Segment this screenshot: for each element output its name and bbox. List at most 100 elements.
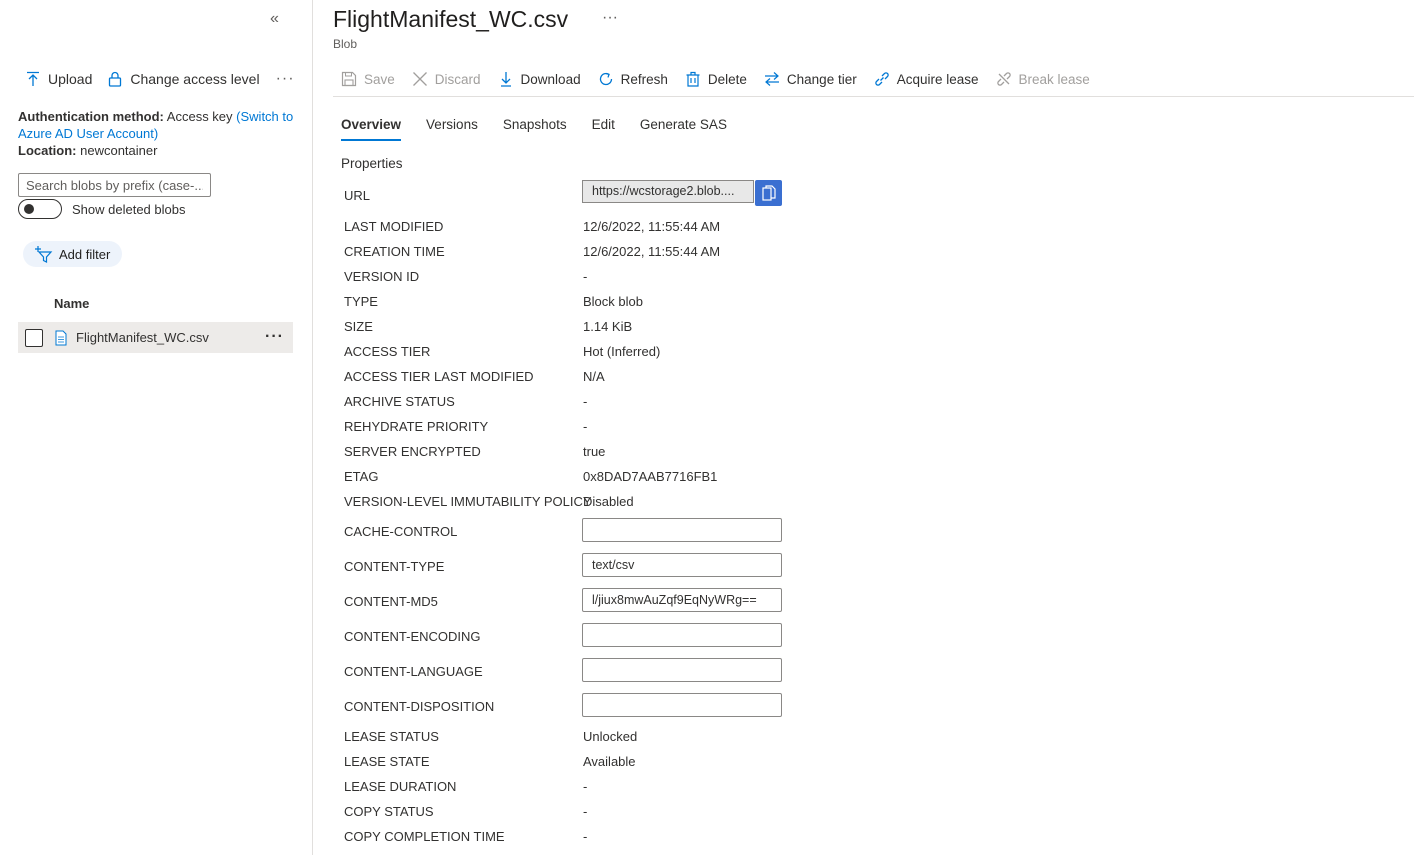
prop-label-size: SIZE bbox=[344, 319, 373, 334]
save-icon bbox=[341, 71, 357, 87]
title-more-icon[interactable]: ··· bbox=[602, 9, 618, 27]
prop-label-archive-status: ARCHIVE STATUS bbox=[344, 394, 455, 409]
prop-value-lease-duration: - bbox=[583, 779, 588, 794]
lock-icon bbox=[109, 71, 122, 87]
properties-header: Properties bbox=[341, 156, 403, 171]
show-deleted-toggle[interactable] bbox=[18, 199, 62, 219]
upload-icon bbox=[27, 71, 39, 86]
refresh-icon bbox=[599, 72, 612, 86]
prop-value-server-encrypted: true bbox=[583, 444, 606, 459]
discard-button[interactable]: Discard bbox=[412, 71, 481, 87]
upload-label: Upload bbox=[48, 71, 93, 87]
prop-value-access-tier-last-modified: N/A bbox=[583, 369, 605, 384]
url-field[interactable]: https://wcstorage2.blob.... bbox=[582, 180, 754, 203]
row-checkbox[interactable] bbox=[25, 328, 43, 347]
content-encoding-input[interactable] bbox=[582, 623, 782, 647]
refresh-label: Refresh bbox=[620, 71, 668, 87]
prop-value-copy-completion-time: - bbox=[583, 829, 588, 844]
prop-value-version-id: - bbox=[583, 269, 588, 284]
prop-value-lease-status: Unlocked bbox=[583, 729, 638, 744]
break-lease-button[interactable]: Break lease bbox=[996, 71, 1090, 87]
prop-value-access-tier: Hot (Inferred) bbox=[583, 344, 661, 359]
change-access-level-label: Change access level bbox=[130, 71, 260, 87]
prop-value-rehydrate-priority: - bbox=[583, 419, 588, 434]
prop-label-content-md5: CONTENT-MD5 bbox=[344, 594, 438, 609]
break-lease-label: Break lease bbox=[1018, 71, 1090, 87]
search-blobs-input[interactable] bbox=[18, 173, 211, 197]
list-item[interactable]: FlightManifest_WC.csv ··· bbox=[18, 322, 293, 353]
prop-label-lease-state: LEASE STATE bbox=[344, 754, 430, 769]
upload-button[interactable]: Upload bbox=[26, 71, 92, 87]
discard-label: Discard bbox=[434, 71, 481, 87]
acquire-lease-label: Acquire lease bbox=[896, 71, 979, 87]
row-more-icon[interactable]: ··· bbox=[265, 328, 284, 346]
prop-value-etag: 0x8DAD7AAB7716FB1 bbox=[583, 469, 718, 484]
prop-label-lease-duration: LEASE DURATION bbox=[344, 779, 457, 794]
prop-label-access-tier: ACCESS TIER bbox=[344, 344, 431, 359]
show-deleted-label: Show deleted blobs bbox=[72, 201, 186, 217]
tab-overview[interactable]: Overview bbox=[341, 117, 402, 141]
file-name[interactable]: FlightManifest_WC.csv bbox=[76, 330, 209, 345]
prop-value-creation-time: 12/6/2022, 11:55:44 AM bbox=[583, 244, 721, 259]
trash-icon bbox=[686, 71, 700, 87]
content-md5-input[interactable] bbox=[582, 588, 782, 612]
auth-method-value: Access key bbox=[166, 109, 233, 124]
acquire-lease-button[interactable]: Acquire lease bbox=[874, 71, 979, 87]
prop-value-type: Block blob bbox=[583, 294, 643, 309]
cache-control-input[interactable] bbox=[582, 518, 782, 542]
toggle-knob bbox=[24, 204, 34, 214]
column-header-name[interactable]: Name bbox=[54, 296, 89, 311]
prop-value-immutability-policy: Disabled bbox=[583, 494, 634, 509]
content-disposition-input[interactable] bbox=[582, 693, 782, 717]
prop-label-creation-time: CREATION TIME bbox=[344, 244, 445, 259]
copy-url-button[interactable] bbox=[755, 180, 782, 206]
prop-label-content-language: CONTENT-LANGUAGE bbox=[344, 664, 483, 679]
close-icon bbox=[412, 72, 427, 86]
tab-generate-sas[interactable]: Generate SAS bbox=[640, 117, 727, 141]
prop-label-content-type: CONTENT-TYPE bbox=[344, 559, 445, 574]
prop-value-archive-status: - bbox=[583, 394, 588, 409]
more-options-icon[interactable]: ··· bbox=[276, 70, 295, 88]
change-access-level-button[interactable]: Change access level bbox=[108, 71, 260, 87]
prop-label-last-modified: LAST MODIFIED bbox=[344, 219, 444, 234]
prop-label-rehydrate-priority: REHYDRATE PRIORITY bbox=[344, 419, 489, 434]
prop-label-copy-status: COPY STATUS bbox=[344, 804, 434, 819]
tab-snapshots[interactable]: Snapshots bbox=[503, 117, 567, 141]
blob-toolbar: Save Discard Download Refresh Delete Cha… bbox=[341, 68, 1107, 90]
add-filter-button[interactable]: Add filter bbox=[23, 241, 123, 267]
download-label: Download bbox=[520, 71, 581, 87]
prop-label-cache-control: CACHE-CONTROL bbox=[344, 524, 458, 539]
auth-method-label: Authentication method: bbox=[18, 109, 164, 124]
url-label: URL bbox=[344, 188, 371, 203]
refresh-button[interactable]: Refresh bbox=[598, 71, 668, 87]
broken-link-icon bbox=[996, 72, 1011, 86]
save-button[interactable]: Save bbox=[341, 71, 395, 87]
location-value: newcontainer bbox=[80, 143, 158, 158]
location-label: Location: bbox=[18, 143, 77, 158]
add-filter-label: Add filter bbox=[59, 246, 111, 262]
tab-versions[interactable]: Versions bbox=[426, 117, 478, 141]
prop-label-immutability-policy: VERSION-LEVEL IMMUTABILITY POLICY bbox=[344, 494, 592, 509]
change-tier-button[interactable]: Change tier bbox=[764, 71, 857, 87]
content-language-input[interactable] bbox=[582, 658, 782, 682]
delete-button[interactable]: Delete bbox=[685, 71, 747, 87]
tab-edit[interactable]: Edit bbox=[592, 117, 615, 141]
prop-label-copy-completion-time: COPY COMPLETION TIME bbox=[344, 829, 505, 844]
change-tier-label: Change tier bbox=[786, 71, 857, 87]
prop-label-content-disposition: CONTENT-DISPOSITION bbox=[344, 699, 495, 714]
collapse-pane-icon[interactable]: « bbox=[270, 10, 279, 28]
pane-divider bbox=[312, 0, 313, 855]
prop-label-type: TYPE bbox=[344, 294, 378, 309]
page-subtitle: Blob bbox=[333, 37, 358, 51]
prop-label-etag: ETAG bbox=[344, 469, 379, 484]
download-icon bbox=[500, 72, 511, 87]
toolbar-divider bbox=[333, 96, 1414, 97]
prop-label-access-tier-last-modified: ACCESS TIER LAST MODIFIED bbox=[344, 369, 534, 384]
swap-icon bbox=[764, 72, 779, 86]
prop-value-last-modified: 12/6/2022, 11:55:44 AM bbox=[583, 219, 721, 234]
blob-list-pane: « Upload Change access level ··· Authent… bbox=[0, 0, 312, 855]
download-button[interactable]: Download bbox=[498, 71, 581, 87]
content-type-input[interactable] bbox=[582, 553, 782, 577]
prop-value-size: 1.14 KiB bbox=[583, 319, 633, 334]
copy-icon bbox=[761, 185, 776, 201]
